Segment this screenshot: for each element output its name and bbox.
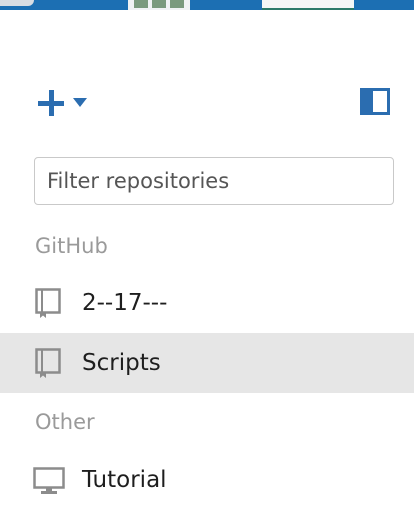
computer-monitor-icon [33, 467, 65, 494]
background-thumbnail [262, 0, 354, 10]
repo-book-icon [35, 288, 61, 318]
panel-toggle-icon[interactable] [360, 88, 390, 115]
repo-item-label: 2--17--- [82, 290, 168, 316]
background-thumbnail [128, 0, 190, 10]
filter-repositories-input[interactable] [34, 157, 394, 205]
add-repository-button[interactable] [36, 90, 92, 116]
repo-item-label: Scripts [82, 350, 161, 376]
repo-book-icon [35, 348, 61, 378]
repository-sidebar: GitHub 2--17--- Scripts Other Tutorial [0, 10, 414, 530]
section-header-other: Other [35, 410, 95, 434]
plus-icon [38, 90, 64, 116]
background-thumbnail [0, 0, 34, 6]
section-header-github: GitHub [35, 234, 108, 258]
caret-down-icon [73, 98, 87, 107]
repo-item-scripts[interactable]: Scripts [0, 333, 414, 393]
repo-item-tutorial[interactable]: Tutorial [0, 450, 414, 510]
window-top-strip [0, 0, 414, 10]
repo-item-label: Tutorial [82, 467, 167, 493]
repo-item-2-17[interactable]: 2--17--- [0, 273, 414, 333]
